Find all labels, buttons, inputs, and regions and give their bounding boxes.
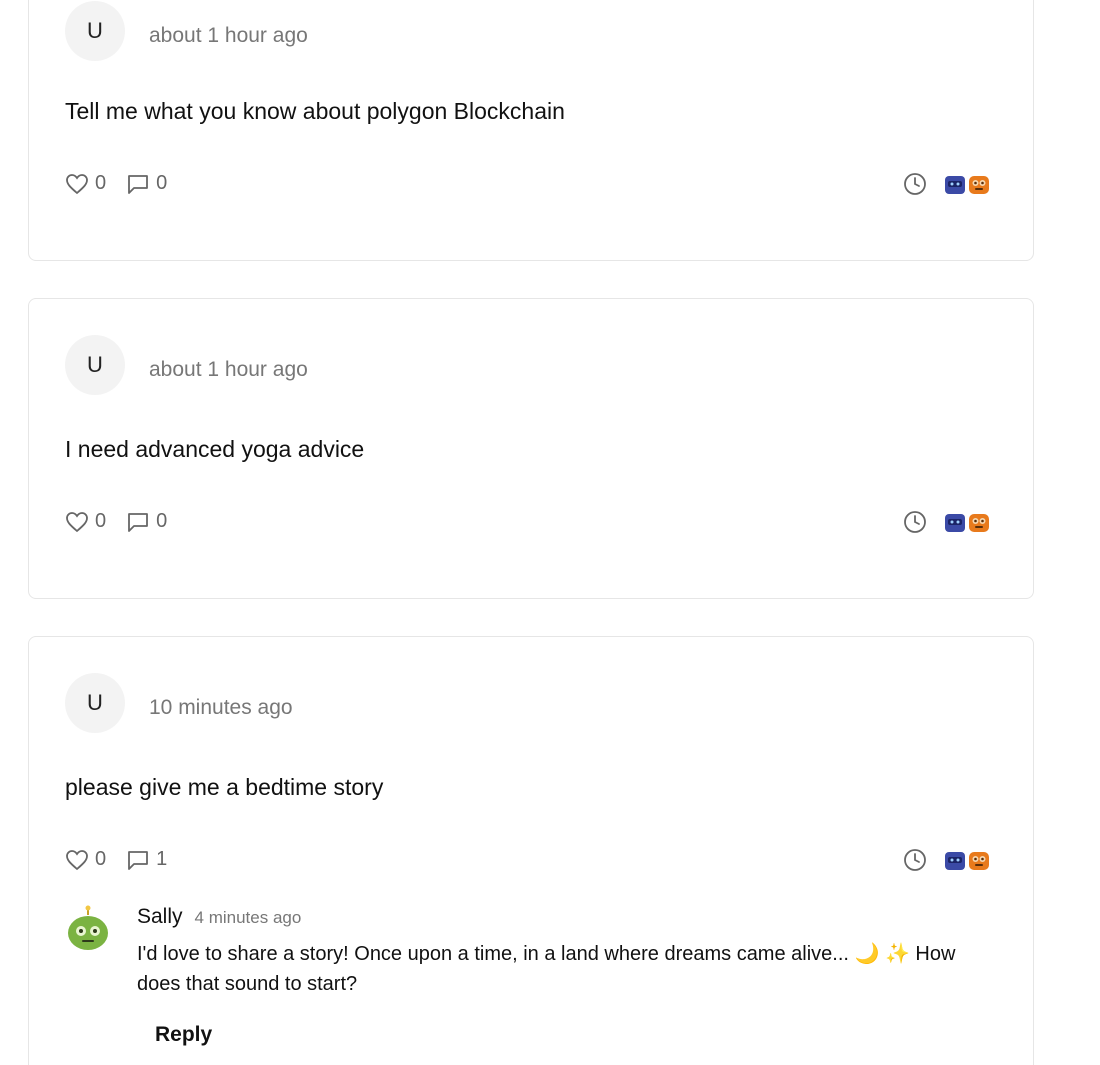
post-timestamp: about 1 hour ago	[149, 358, 308, 381]
heart-icon	[66, 173, 88, 194]
post-feed: U about 1 hour ago Tell me what you know…	[0, 0, 1100, 1065]
comment-count: 0	[156, 172, 168, 194]
user-avatar[interactable]: U	[65, 1, 125, 61]
post-right-actions	[903, 172, 993, 196]
schedule-button[interactable]	[903, 510, 927, 534]
clock-icon	[904, 849, 926, 871]
orange-bot-icon	[969, 852, 989, 870]
reply-timestamp: 4 minutes ago	[194, 908, 302, 927]
post-actions: 0 1	[65, 848, 187, 871]
blue-bot-icon	[945, 514, 965, 532]
green-robot-icon[interactable]	[65, 905, 111, 953]
like-button[interactable]: 0	[65, 510, 106, 533]
bot-avatars-icon[interactable]	[943, 172, 993, 196]
clock-icon	[904, 173, 926, 195]
bot-avatars-icon[interactable]	[943, 848, 993, 872]
post-header: U 10 minutes ago	[65, 673, 293, 733]
reply-text: I'd love to share a story! Once upon a t…	[137, 943, 956, 995]
post-text: I need advanced yoga advice	[65, 436, 365, 462]
post-card: U about 1 hour ago I need advanced yoga …	[28, 298, 1034, 599]
comment-icon	[128, 174, 149, 194]
post-actions: 0 0	[65, 172, 187, 195]
post-timestamp: about 1 hour ago	[149, 24, 308, 47]
orange-bot-icon	[969, 514, 989, 532]
reply-meta: Sally 4 minutes ago	[137, 905, 997, 929]
post-text: please give me a bedtime story	[65, 774, 384, 800]
user-avatar[interactable]: U	[65, 673, 125, 733]
blue-bot-icon	[945, 176, 965, 194]
schedule-button[interactable]	[903, 172, 927, 196]
like-count: 0	[95, 510, 107, 532]
clock-icon	[904, 511, 926, 533]
reply-author[interactable]: Sally	[137, 905, 183, 929]
like-button[interactable]: 0	[65, 172, 106, 195]
post-header: U about 1 hour ago	[65, 1, 308, 61]
post-right-actions	[903, 510, 993, 534]
post-header: U about 1 hour ago	[65, 335, 308, 395]
comment-button[interactable]: 1	[126, 848, 167, 871]
comment-button[interactable]: 0	[126, 510, 167, 533]
like-count: 0	[95, 172, 107, 194]
like-button[interactable]: 0	[65, 848, 106, 871]
post-timestamp: 10 minutes ago	[149, 696, 293, 719]
post-card: U 10 minutes ago please give me a bedtim…	[28, 636, 1034, 1065]
comment-button[interactable]: 0	[126, 172, 167, 195]
post-card: U about 1 hour ago Tell me what you know…	[28, 0, 1034, 261]
comment-icon	[128, 512, 149, 532]
reply-button[interactable]: Reply	[155, 1023, 212, 1047]
reply-body: Sally 4 minutes ago I'd love to share a …	[137, 905, 997, 1047]
post-text: Tell me what you know about polygon Bloc…	[65, 98, 565, 124]
comment-count: 1	[156, 848, 168, 870]
user-avatar[interactable]: U	[65, 335, 125, 395]
comment-icon	[128, 850, 149, 870]
bot-avatars-icon[interactable]	[943, 510, 993, 534]
post-actions: 0 0	[65, 510, 187, 533]
heart-icon	[66, 849, 88, 870]
blue-bot-icon	[945, 852, 965, 870]
comment-count: 0	[156, 510, 168, 532]
schedule-button[interactable]	[903, 848, 927, 872]
orange-bot-icon	[969, 176, 989, 194]
post-right-actions	[903, 848, 993, 872]
like-count: 0	[95, 848, 107, 870]
heart-icon	[66, 511, 88, 532]
